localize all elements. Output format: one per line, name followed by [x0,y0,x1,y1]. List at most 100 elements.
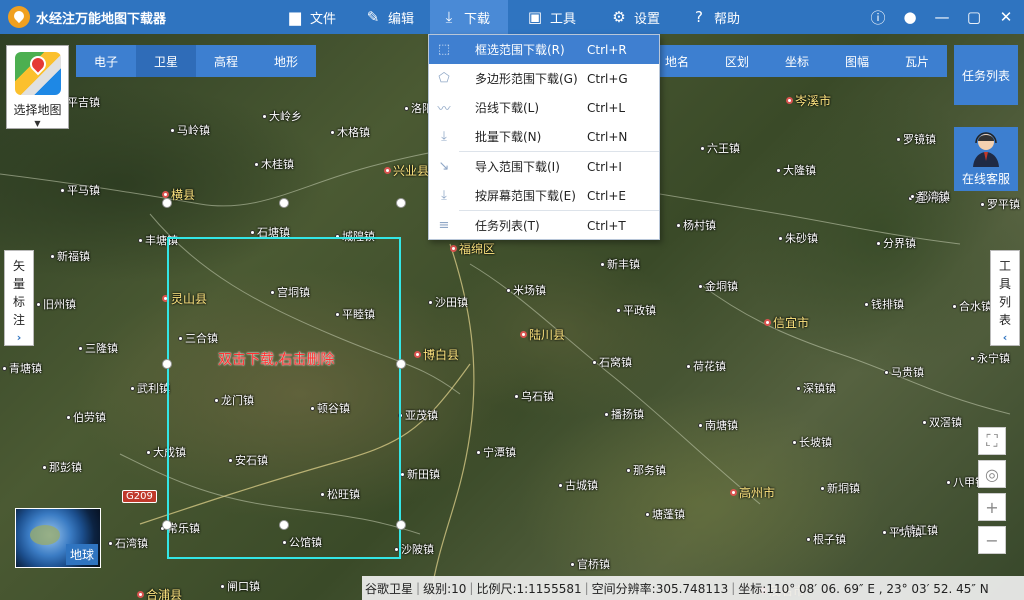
place-marker-icon [514,393,519,399]
place-marker-icon [384,167,391,174]
minimize-icon[interactable]: — [932,7,952,27]
menu-item-task-list[interactable]: ≡ 任务列表(T) Ctrl+T [429,211,659,240]
locate-icon[interactable]: ◎ [978,460,1006,488]
place-name: 亚茂镇 [405,409,438,422]
chevron-right-icon: › [16,331,22,344]
town-label: 朱砂镇 [778,230,818,246]
place-name: 古城镇 [565,479,598,492]
maximize-icon[interactable]: ▢ [964,7,984,27]
tab-tiles[interactable]: 瓦片 [887,45,947,77]
tool-list-tab[interactable]: 工具列表 ‹ [990,250,1020,346]
earth-globe-icon [30,525,60,545]
fullscreen-icon[interactable]: ⛶ [978,427,1006,455]
place-marker-icon [786,97,793,104]
place-marker-icon [952,303,957,309]
menu-item-rect-download[interactable]: ⬚ 框选范围下载(R) Ctrl+R [429,35,659,64]
user-icon[interactable]: ● [900,7,920,27]
place-marker-icon [262,113,267,119]
town-label: 罗平镇 [980,196,1020,212]
menu-item-label: 框选范围下载(R) [475,43,565,57]
menu-file[interactable]: ▆ 文件 [276,0,346,34]
menu-item-shortcut: Ctrl+G [587,71,628,86]
earth-button[interactable]: 地球 [15,508,101,568]
status-source: 谷歌卫星 [365,581,414,596]
town-label: 旧州镇 [36,296,76,312]
selection-handle[interactable] [396,198,406,208]
place-name: 双滘镇 [929,416,962,429]
zoom-out-button[interactable]: − [978,526,1006,554]
town-label: 武利镇 [130,380,170,396]
download-icon: ⤓ [441,188,447,203]
tab-elevation[interactable]: 高程 [196,45,256,77]
town-label: 合水镇 [952,298,992,314]
place-marker-icon [42,464,47,470]
tab-divisions[interactable]: 区划 [707,45,767,77]
tab-terrain[interactable]: 地形 [256,45,316,77]
menu-help[interactable]: ? 帮助 [680,0,750,34]
place-name: 闸口镇 [227,580,260,593]
selection-handle[interactable] [162,359,172,369]
tab-electronic[interactable]: 电子 [76,45,136,77]
tab-sheets[interactable]: 图幅 [827,45,887,77]
place-name: 沙田镇 [435,296,468,309]
zoom-in-button[interactable]: + [978,493,1006,521]
menu-edit[interactable]: ✎ 编辑 [354,0,424,34]
task-list-button[interactable]: 任务列表 [954,45,1018,105]
town-label: 都湾镇 [910,188,950,204]
place-name: 平政镇 [623,304,656,317]
info-icon[interactable]: ⓘ [868,7,888,27]
menu-item-import-download[interactable]: ↘ 导入范围下载(I) Ctrl+I [429,152,659,181]
place-marker-icon [806,536,811,542]
tab-satellite[interactable]: 卫星 [136,45,196,77]
select-map-button[interactable]: 选择地图 ▼ [6,45,69,129]
place-marker-icon [626,467,631,473]
vector-annotation-tab[interactable]: 矢量标注 › [4,250,34,346]
menu-item-label: 批量下载(N) [475,130,542,144]
menu-item-shortcut: Ctrl+N [587,129,628,144]
tab-coordinates[interactable]: 坐标 [767,45,827,77]
place-marker-icon [450,245,457,252]
place-name: 高州市 [739,486,776,500]
place-name: 大岭乡 [269,110,302,123]
selection-handle[interactable] [396,359,406,369]
town-label: 大岭乡 [262,108,302,124]
town-label: 亚茂镇 [398,407,438,423]
selection-handle[interactable] [279,198,289,208]
menu-item-screen-download[interactable]: ⤓ 按屏幕范围下载(E) Ctrl+E [429,181,659,210]
place-name: 青塘镇 [9,362,42,375]
place-name: 塘蓬镇 [652,508,685,521]
close-icon[interactable]: ✕ [996,7,1016,27]
town-label: 闸口镇 [220,578,260,594]
selection-handle[interactable] [162,520,172,530]
place-marker-icon [220,583,225,589]
online-service-button[interactable]: 在线客服 [954,127,1018,191]
menu-settings[interactable]: ⚙ 设置 [600,0,670,34]
place-marker-icon [686,363,691,369]
place-marker-icon [592,359,597,365]
place-marker-icon [108,540,113,546]
selection-handle[interactable] [396,520,406,530]
town-label: 木桂镇 [254,156,294,172]
place-name: 信宜市 [773,316,810,330]
side-tab-label: 工具列表 [998,259,1011,327]
selection-handle[interactable] [279,520,289,530]
place-name: 播扬镇 [611,408,644,421]
menu-tools[interactable]: ▣ 工具 [516,0,586,34]
selection-rectangle[interactable] [167,237,401,559]
menu-item-line-download[interactable]: 〰 沿线下载(L) Ctrl+L [429,93,659,122]
place-marker-icon [138,237,143,243]
town-label: 乌石镇 [514,388,554,404]
town-label: 双滘镇 [922,414,962,430]
online-service-label: 在线客服 [961,172,1010,186]
place-marker-icon [910,193,915,199]
menu-item-batch-download[interactable]: ⤓ 批量下载(N) Ctrl+N [429,122,659,151]
selection-handle[interactable] [162,198,172,208]
menu-item-polygon-download[interactable]: ⬠ 多边形范围下载(G) Ctrl+G [429,64,659,93]
place-name: 平吉镇 [67,96,100,109]
menu-item-label: 导入范围下载(I) [475,160,560,174]
place-name: 旧州镇 [43,298,76,311]
county-label: 高州市 [730,484,775,501]
menu-download[interactable]: ⤓ 下载 [430,0,508,34]
place-marker-icon [698,283,703,289]
town-label: 根子镇 [806,531,846,547]
